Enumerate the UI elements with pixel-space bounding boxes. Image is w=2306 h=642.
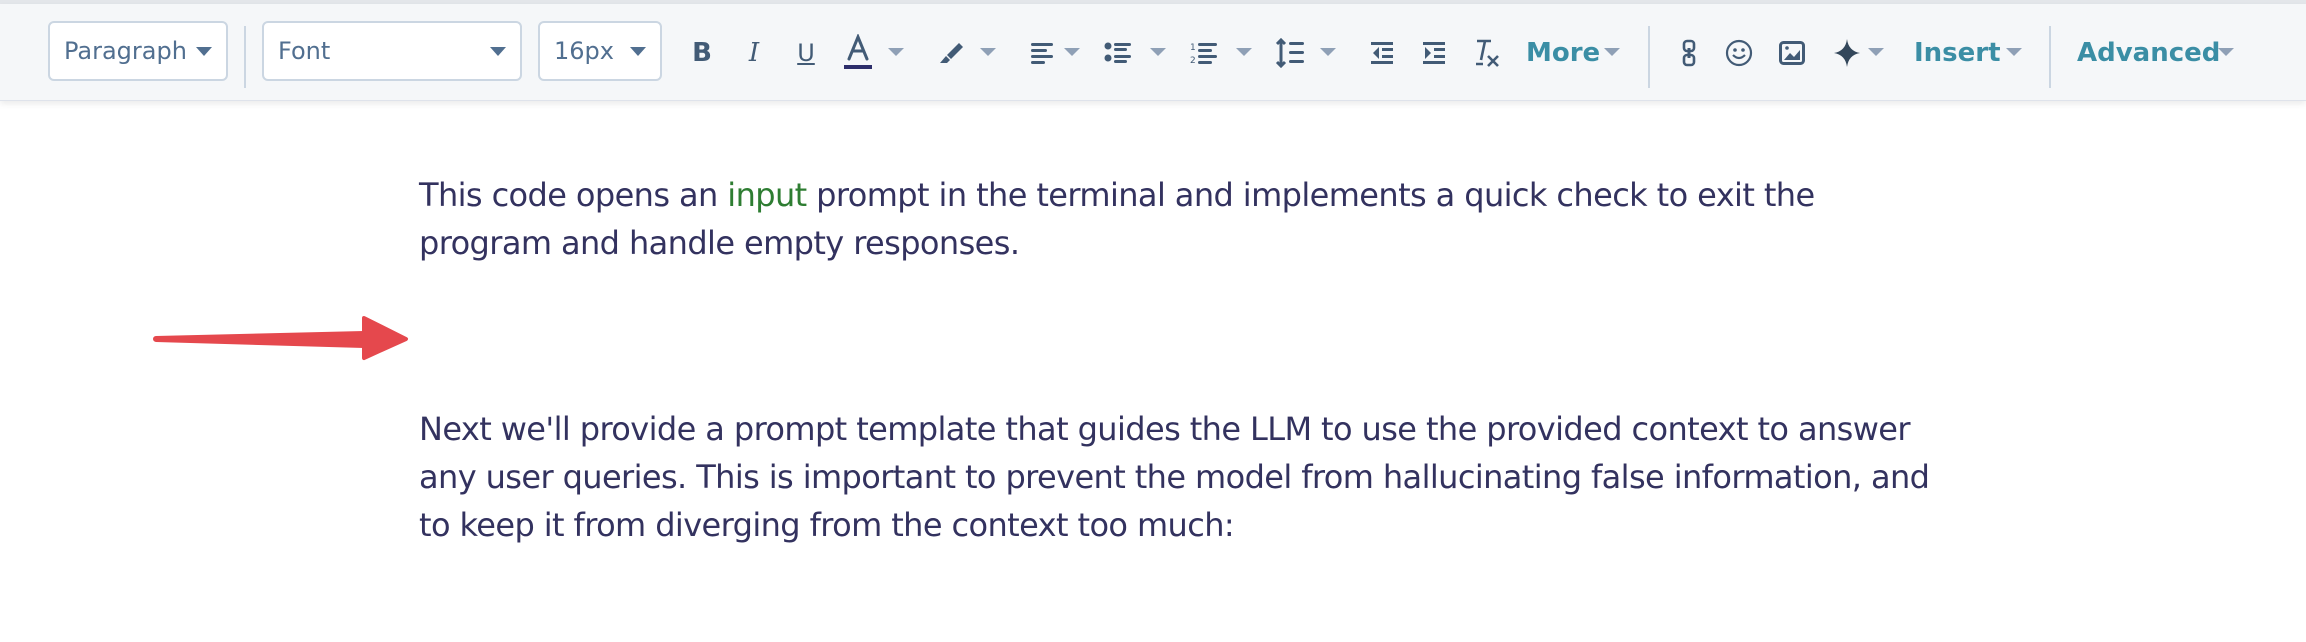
text-color-dropdown-caret[interactable] (888, 48, 904, 56)
chevron-down-icon (196, 47, 212, 56)
advanced-menu-button[interactable]: Advanced (2077, 34, 2220, 72)
indent-button[interactable] (1422, 34, 1448, 72)
paragraph-intro[interactable]: This code opens an input prompt in the t… (419, 171, 1815, 267)
highlight-icon (940, 43, 963, 63)
highlight-button[interactable] (936, 34, 966, 72)
inline-code-input: input (727, 176, 807, 214)
red-arrow-annotation (153, 316, 408, 360)
more-menu-button[interactable]: More (1526, 34, 1600, 72)
paragraph-prompt-template[interactable]: Next we'll provide a prompt template tha… (419, 405, 1930, 549)
clear-format-icon (1476, 39, 1499, 67)
font-size-value: 16px (554, 37, 614, 65)
toolbar-divider (1648, 26, 1650, 88)
align-left-icon (1031, 43, 1053, 64)
paragraph-intro-line-2: program and handle empty responses. (419, 224, 1020, 262)
align-button[interactable] (1030, 34, 1056, 72)
highlight-dropdown-caret[interactable] (980, 48, 996, 56)
paragraph-line: Next we'll provide a prompt template tha… (419, 410, 1911, 448)
line-height-icon (1275, 38, 1304, 68)
emoji-icon (1725, 39, 1753, 67)
indent-icon (1423, 42, 1445, 64)
ai-sparkle-icon (1834, 39, 1860, 67)
svg-text:2: 2 (1190, 56, 1196, 65)
bold-button[interactable]: B (688, 34, 716, 72)
paragraph-line: to keep it from diverging from the conte… (419, 506, 1235, 544)
numbered-list-dropdown-caret[interactable] (1236, 48, 1252, 56)
chevron-down-icon (490, 47, 506, 56)
underline-button[interactable]: U (792, 34, 820, 72)
insert-dropdown-caret (2006, 48, 2022, 56)
insert-image-button[interactable] (1778, 34, 1806, 72)
bulleted-list-dropdown-caret[interactable] (1150, 48, 1166, 56)
more-dropdown-caret (1604, 48, 1620, 56)
advanced-dropdown-caret (2218, 48, 2234, 56)
font-family-value: Font (278, 37, 331, 65)
outdent-icon (1371, 42, 1393, 64)
svg-text:1: 1 (1190, 43, 1196, 53)
font-family-select[interactable]: Font (262, 21, 522, 81)
underline-icon: U (797, 39, 815, 67)
outdent-button[interactable] (1370, 34, 1396, 72)
italic-icon: I (748, 38, 760, 68)
emoji-button[interactable] (1724, 34, 1754, 72)
block-format-value: Paragraph (64, 37, 187, 65)
clear-formatting-button[interactable] (1474, 34, 1502, 72)
advanced-label: Advanced (2077, 38, 2221, 68)
text-color-icon (844, 34, 872, 69)
link-button[interactable] (1680, 34, 1698, 72)
bulleted-list-button[interactable] (1104, 34, 1132, 72)
insert-label: Insert (1914, 38, 2001, 68)
numbered-list-icon: 1 2 (1190, 43, 1217, 65)
font-size-select[interactable]: 16px (538, 21, 662, 81)
insert-menu-button[interactable]: Insert (1914, 34, 2001, 72)
toolbar-divider (244, 26, 246, 88)
align-dropdown-caret[interactable] (1064, 48, 1080, 56)
toolbar-divider (2049, 26, 2051, 88)
editor-toolbar: Paragraph Font 16px B I U 1 2 More Inser… (0, 4, 2306, 101)
image-icon (1779, 41, 1805, 65)
bold-icon: B (692, 38, 712, 68)
numbered-list-button[interactable]: 1 2 (1190, 34, 1218, 72)
link-icon (1682, 39, 1696, 67)
more-label: More (1526, 38, 1601, 68)
line-height-dropdown-caret[interactable] (1320, 48, 1336, 56)
ai-assistant-dropdown-caret[interactable] (1868, 48, 1884, 56)
bulleted-list-icon (1104, 42, 1131, 63)
paragraph-intro-line-1: This code opens an input prompt in the t… (419, 176, 1815, 214)
ai-assistant-button[interactable] (1832, 34, 1862, 72)
text-color-button[interactable] (840, 34, 876, 72)
line-height-button[interactable] (1274, 34, 1306, 72)
chevron-down-icon (630, 47, 646, 56)
block-format-select[interactable]: Paragraph (48, 21, 228, 81)
paragraph-line: any user queries. This is important to p… (419, 458, 1930, 496)
italic-button[interactable]: I (740, 34, 768, 72)
